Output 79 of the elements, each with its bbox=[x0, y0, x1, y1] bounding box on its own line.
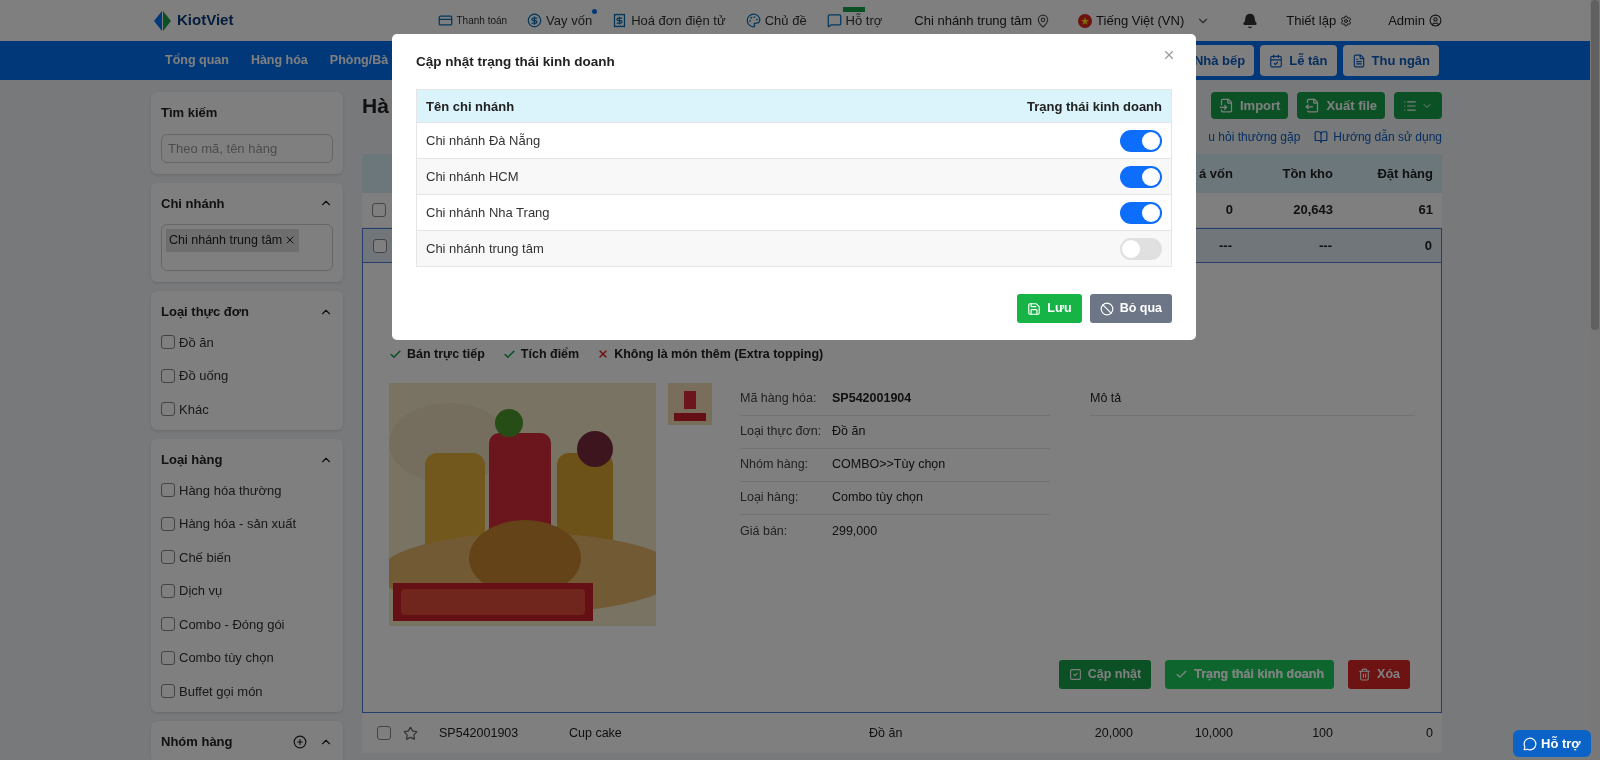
flag-label: Không là món thêm (Extra topping) bbox=[614, 346, 824, 363]
nav-item[interactable]: Phòng/Bà bbox=[329, 51, 389, 70]
field-value: 299,000 bbox=[832, 522, 878, 540]
chat-support-button[interactable]: Hỗ trợ bbox=[1513, 730, 1591, 757]
panel-title: Loại hàng bbox=[161, 451, 223, 469]
modal-title: Cập nhật trạng thái kinh doanh bbox=[416, 53, 615, 71]
table-cell-text: 0 bbox=[1424, 236, 1432, 255]
page-title: Hà bbox=[362, 92, 389, 119]
table-cell-text: --- bbox=[1319, 236, 1332, 255]
top-link[interactable]: Hỗ trợ bbox=[826, 10, 883, 31]
table-cell-text: --- bbox=[1219, 236, 1232, 255]
field-value: Đồ ăn bbox=[832, 423, 866, 441]
option-label: Chế biến bbox=[179, 548, 232, 567]
table-cell-text: Cup cake bbox=[569, 724, 623, 742]
column-header: Tồn kho bbox=[1282, 164, 1333, 183]
top-link[interactable]: Hoá đơn điện tử bbox=[612, 10, 726, 31]
detail-button[interactable]: Cập nhật bbox=[1058, 660, 1152, 689]
option-label: Combo - Đóng gói bbox=[179, 615, 285, 634]
option-label: Khác bbox=[179, 400, 209, 419]
panel-title: Loại thực đơn bbox=[161, 303, 249, 321]
table-cell-text: 100 bbox=[1311, 724, 1333, 742]
language-selector[interactable]: Tiếng Việt (VN) bbox=[1078, 10, 1211, 31]
top-link[interactable]: Chủ đề bbox=[745, 10, 807, 31]
table-cell-text: 61 bbox=[1418, 201, 1433, 220]
flag-label: Bán trực tiếp bbox=[407, 346, 485, 363]
table-cell-text: 20,000 bbox=[1093, 724, 1133, 742]
panel-title: Chi nhánh bbox=[161, 194, 225, 213]
field-label: Mã hàng hóa: bbox=[740, 390, 818, 408]
field-value: SP542001904 bbox=[832, 390, 912, 408]
branch-tag: Chi nhánh trung tâm bbox=[166, 229, 300, 252]
column-header: Tên chi nhánh bbox=[426, 97, 515, 116]
logo-text: KiotViet bbox=[177, 10, 234, 31]
panel-title: Nhóm hàng bbox=[161, 733, 233, 751]
panel-title: Tìm kiếm bbox=[161, 104, 219, 122]
column-header: Trạng thái kinh doanh bbox=[1026, 97, 1162, 116]
save-button[interactable]: Lưu bbox=[1017, 294, 1082, 324]
user-menu[interactable]: Admin bbox=[1388, 10, 1442, 31]
column-header: Đặt hàng bbox=[1377, 164, 1433, 183]
nav-item[interactable]: Tổng quan bbox=[165, 51, 229, 70]
option-label: Hàng hóa - sản xuất bbox=[179, 515, 297, 533]
table-cell-text: 20,643 bbox=[1293, 201, 1333, 220]
option-label: Hàng hóa thường bbox=[179, 481, 282, 500]
help-link[interactable]: u hỏi thường gặp bbox=[1208, 128, 1301, 146]
option-label: Dịch vụ bbox=[179, 582, 223, 600]
field-label: Loại thực đơn: bbox=[740, 423, 823, 441]
top-link[interactable]: Vay vốn bbox=[527, 10, 593, 31]
description-label: Mô tả bbox=[1090, 390, 1122, 408]
option-label: Buffet gọi món bbox=[179, 682, 263, 701]
field-label: Nhóm hàng: bbox=[740, 456, 810, 474]
table-cell-text: 0 bbox=[1425, 724, 1433, 742]
action-button[interactable]: Xuất file bbox=[1297, 92, 1385, 119]
field-label: Giá bán: bbox=[740, 522, 789, 540]
option-label: Đồ ăn bbox=[179, 333, 214, 352]
table-cell-text: Chi nhánh Đà Nẵng bbox=[426, 132, 541, 150]
column-header: á vốn bbox=[1199, 164, 1233, 183]
action-button[interactable]: Import bbox=[1210, 92, 1289, 119]
help-link[interactable]: Hướng dẫn sử dụng bbox=[1314, 128, 1442, 146]
flag-label: Tích điểm bbox=[520, 346, 580, 363]
nav-button[interactable]: Lễ tân bbox=[1260, 45, 1337, 76]
settings-link[interactable]: Thiết lập bbox=[1286, 10, 1353, 31]
table-cell-text: 10,000 bbox=[1193, 724, 1233, 742]
field-label: Loại hàng: bbox=[740, 489, 800, 507]
field-value: COMBO>>Tùy chọn bbox=[832, 456, 946, 474]
option-label: Đồ uống bbox=[179, 367, 229, 385]
option-label: Combo tùy chọn bbox=[179, 649, 274, 667]
table-cell-text: Chi nhánh Nha Trang bbox=[426, 204, 550, 222]
detail-button[interactable]: Xóa bbox=[1348, 660, 1410, 689]
nav-button[interactable]: Thu ngân bbox=[1342, 45, 1439, 76]
branch-field[interactable]: Chi nhánh trung tâm bbox=[161, 224, 333, 271]
table-cell-text: Đồ ăn bbox=[869, 724, 904, 742]
table-cell-text: Chi nhánh HCM bbox=[426, 168, 519, 186]
table-cell-text: 0 bbox=[1225, 201, 1233, 220]
field-value: Combo tùy chọn bbox=[832, 489, 924, 507]
table-cell-text: SP542001903 bbox=[439, 724, 520, 742]
top-link[interactable]: Thanh toán bbox=[437, 13, 508, 28]
table-cell-text: Chi nhánh trung tâm bbox=[426, 240, 544, 258]
nav-item[interactable]: Hàng hóa bbox=[250, 51, 308, 70]
cancel-button[interactable]: Bỏ qua bbox=[1089, 294, 1172, 324]
branch-selector[interactable]: Chi nhánh trung tâm bbox=[914, 10, 1051, 31]
